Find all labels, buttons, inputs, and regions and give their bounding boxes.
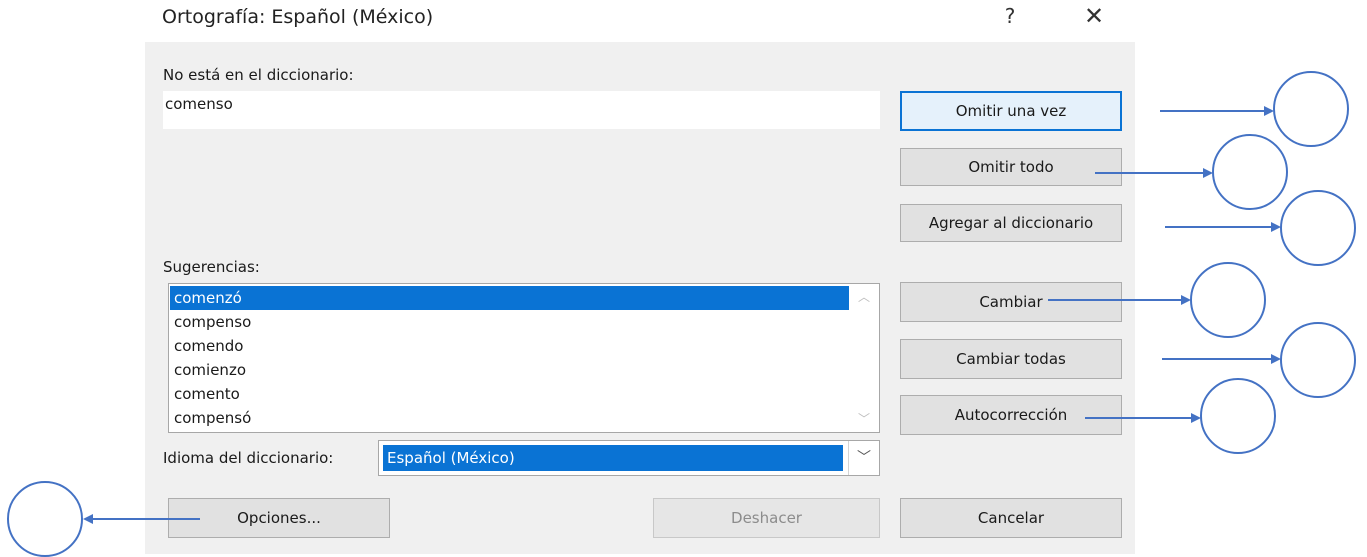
add-to-dictionary-button[interactable]: Agregar al diccionario xyxy=(900,204,1122,242)
scroll-down-icon[interactable]: ﹀ xyxy=(850,409,878,429)
suggestions-list[interactable]: comenzó compenso comendo comienzo coment… xyxy=(168,283,880,433)
annotation-circle-change xyxy=(1190,262,1266,338)
chevron-down-icon[interactable]: ﹀ xyxy=(848,441,879,475)
ignore-all-button[interactable]: Omitir todo xyxy=(900,148,1122,186)
undo-button[interactable]: Deshacer xyxy=(653,498,880,538)
annotation-circle-ignore-all xyxy=(1212,134,1288,210)
close-button[interactable]: ✕ xyxy=(1080,2,1108,30)
annotation-circle-ignore-once xyxy=(1273,71,1349,147)
not-in-dictionary-label: No está en el diccionario: xyxy=(163,66,354,84)
suggestion-item[interactable]: comento xyxy=(170,382,849,406)
annotation-circle-change-all xyxy=(1280,322,1356,398)
scroll-up-icon[interactable]: ︿ xyxy=(850,287,878,307)
change-all-button[interactable]: Cambiar todas xyxy=(900,339,1122,379)
misspelled-word: comenso xyxy=(165,95,233,113)
suggestion-item[interactable]: compensó xyxy=(170,406,849,430)
suggestion-item[interactable]: comenzó xyxy=(170,286,849,310)
ignore-once-button[interactable]: Omitir una vez xyxy=(900,91,1122,131)
cancel-button[interactable]: Cancelar xyxy=(900,498,1122,538)
annotation-circle-autocorrect xyxy=(1200,378,1276,454)
title-bar: Ortografía: Español (México) ? ✕ xyxy=(145,0,1135,42)
suggestion-item[interactable]: comienzo xyxy=(170,358,849,382)
options-button[interactable]: Opciones... xyxy=(168,498,390,538)
dictionary-language-select[interactable]: Español (México) ﹀ xyxy=(378,440,880,476)
help-button[interactable]: ? xyxy=(1000,4,1020,28)
window-title: Ortografía: Español (México) xyxy=(162,6,434,28)
suggestions-label: Sugerencias: xyxy=(163,258,260,276)
annotation-circle-options xyxy=(7,481,83,557)
change-button[interactable]: Cambiar xyxy=(900,282,1122,322)
suggestion-item[interactable]: compenso xyxy=(170,310,849,334)
annotation-circle-add xyxy=(1280,190,1356,266)
suggestions-scrollbar[interactable]: ︿ ﹀ xyxy=(850,285,878,431)
not-in-dictionary-textbox[interactable]: comenso xyxy=(163,91,880,129)
dictionary-language-value: Español (México) xyxy=(383,445,843,471)
autocorrect-button[interactable]: Autocorrección xyxy=(900,395,1122,435)
suggestion-item[interactable]: comendo xyxy=(170,334,849,358)
dictionary-language-label: Idioma del diccionario: xyxy=(163,449,334,467)
